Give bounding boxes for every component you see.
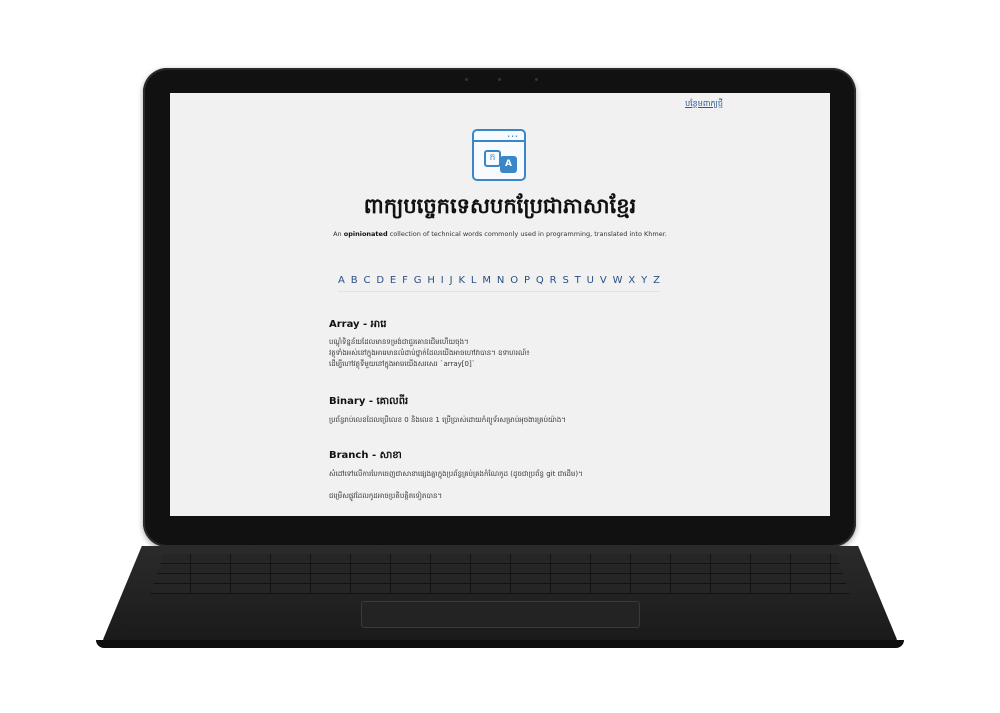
letter-link-a[interactable]: A — [338, 275, 345, 286]
divider — [338, 291, 660, 292]
letter-link-e[interactable]: E — [390, 275, 396, 286]
trackpad — [361, 601, 640, 628]
letter-link-q[interactable]: Q — [536, 275, 544, 286]
page-title: ពាក្យបច្ចេកទេសបកប្រែជាភាសាខ្មែរ — [363, 194, 637, 218]
letter-link-b[interactable]: B — [351, 275, 358, 286]
letter-link-n[interactable]: N — [497, 275, 504, 286]
letter-link-m[interactable]: M — [482, 275, 491, 286]
entry-title-binary: Binary - គោលពីរ — [329, 396, 409, 407]
letter-link-d[interactable]: D — [376, 275, 384, 286]
entry-text-binary: ប្រព័ន្ធរាប់លេខដែលប្រើលេខ 0 និងលេខ 1 ប្រ… — [329, 416, 566, 424]
letter-link-o[interactable]: O — [510, 275, 518, 286]
latin-letter-icon: A — [500, 156, 517, 173]
letter-link-u[interactable]: U — [587, 275, 594, 286]
letter-link-r[interactable]: R — [550, 275, 557, 286]
letter-link-t[interactable]: T — [575, 275, 581, 286]
letter-link-i[interactable]: I — [441, 275, 444, 286]
letter-link-z[interactable]: Z — [653, 275, 660, 286]
entry-text-array: បណ្តុំទិន្នន័យដែលមានទម្រង់ជាជួរគោនជើមហើយ… — [329, 338, 530, 368]
letter-link-x[interactable]: X — [628, 275, 635, 286]
entry-title-branch: Branch - សាខា — [329, 450, 402, 461]
letter-link-l[interactable]: L — [471, 275, 477, 286]
khmer-letter-icon: ក — [484, 150, 501, 167]
camera-dot — [535, 78, 538, 81]
letter-link-y[interactable]: Y — [641, 275, 647, 286]
alphabet-nav: A B C D E F G H I J K L M N O P Q R S T … — [338, 271, 660, 289]
add-new-word-link[interactable]: បន្ថែមពាក្យថ្មី — [685, 98, 723, 110]
letter-link-p[interactable]: P — [524, 275, 530, 286]
entry-text-branch-2: ជម្រើសផ្លូវដែលកូដអាចប្រតិបត្តិតទៀតបាន។ — [329, 492, 443, 500]
window-bar — [474, 140, 524, 142]
browser-screen: បន្ថែមពាក្យថ្មី ••• ក A ពាក្យបច្ចេកទេសបក… — [170, 93, 830, 516]
letter-link-w[interactable]: W — [613, 275, 623, 286]
letter-link-k[interactable]: K — [458, 275, 465, 286]
letter-link-v[interactable]: V — [600, 275, 607, 286]
letter-link-g[interactable]: G — [414, 275, 422, 286]
page-subtitle: An opinionated collection of technical w… — [333, 230, 667, 238]
letter-link-j[interactable]: J — [450, 275, 453, 286]
letter-link-f[interactable]: F — [402, 275, 408, 286]
keyboard-keys — [150, 554, 850, 594]
keyboard-edge — [96, 640, 904, 648]
app-logo-icon: ••• ក A — [472, 129, 526, 181]
letter-link-h[interactable]: H — [427, 275, 435, 286]
entry-title-array: Array - អារេ — [329, 319, 387, 330]
letter-link-c[interactable]: C — [363, 275, 370, 286]
camera-lens — [498, 78, 501, 81]
entry-text-branch: សំដៅទៅលើការបែកចេញជាសាខាផ្សេងគ្នាក្នុងប្រ… — [329, 470, 583, 478]
camera-dot — [465, 78, 468, 81]
letter-link-s[interactable]: S — [562, 275, 568, 286]
